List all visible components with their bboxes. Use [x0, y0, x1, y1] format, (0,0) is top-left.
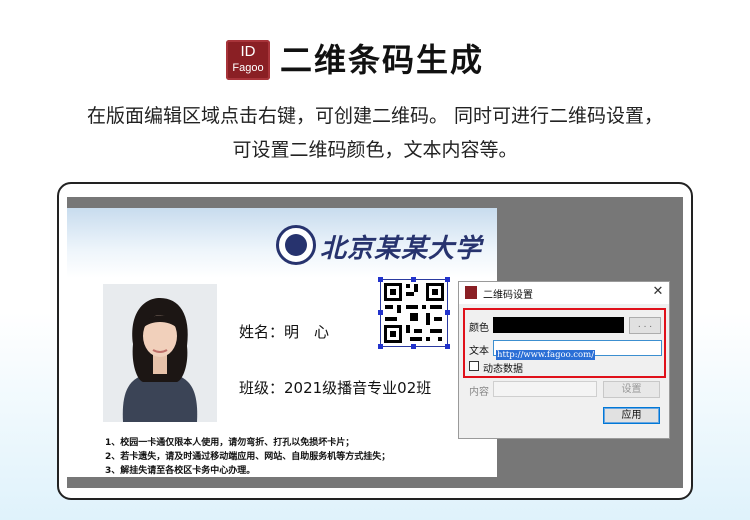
app-icon: [465, 286, 477, 299]
logo-id-text: ID: [240, 43, 256, 60]
apply-button[interactable]: 应用: [603, 407, 660, 424]
edit-canvas[interactable]: 北京某某大学 姓名：明 心 班级：2021级播音专业02班 1、校园一卡通仅限本…: [67, 197, 683, 488]
screenshot-frame: 北京某某大学 姓名：明 心 班级：2021级播音专业02班 1、校园一卡通仅限本…: [57, 182, 693, 500]
resize-handle[interactable]: [378, 277, 383, 282]
color-picker-button[interactable]: . . .: [629, 317, 661, 334]
student-photo: [103, 284, 217, 422]
set-button[interactable]: 设置: [603, 381, 660, 398]
text-input-value: http://www.fagoo.com/: [496, 350, 596, 360]
dynamic-data-checkbox[interactable]: [469, 361, 479, 371]
text-label: 文本: [469, 346, 489, 357]
card-notes: 1、校园一卡通仅限本人使用，请勿弯折、打孔以免损坏卡片； 2、若卡遗失，请及时通…: [105, 436, 390, 477]
resize-handle[interactable]: [445, 277, 450, 282]
university-name: 北京某某大学: [320, 234, 483, 264]
resize-handle[interactable]: [411, 277, 416, 282]
resize-handle[interactable]: [378, 344, 383, 349]
note-line: 1、校园一卡通仅限本人使用，请勿弯折、打孔以免损坏卡片；: [105, 438, 355, 448]
close-icon[interactable]: ✕: [651, 284, 665, 299]
logo-fagoo-text: Fagoo: [232, 62, 264, 74]
resize-handle[interactable]: [411, 344, 416, 349]
resize-handle[interactable]: [445, 344, 450, 349]
name-field: 姓名：明 心: [239, 323, 330, 341]
page-title: 二维条码生成: [280, 41, 485, 79]
qr-settings-dialog: 二维码设置 ✕ 颜色 . . . 文本 http://www.fagoo.com…: [458, 281, 670, 439]
content-input[interactable]: [493, 381, 597, 397]
dialog-title: 二维码设置: [483, 290, 533, 301]
id-card: 北京某某大学 姓名：明 心 班级：2021级播音专业02班 1、校园一卡通仅限本…: [67, 208, 497, 477]
note-line: 3、解挂失请至各校区卡务中心办理。: [105, 466, 256, 476]
fagoo-logo: ID Fagoo: [226, 40, 270, 80]
university-emblem-icon: [276, 225, 316, 265]
header: ID Fagoo 二维条码生成: [0, 36, 750, 82]
content-label: 内容: [469, 387, 489, 398]
description-line-1: 在版面编辑区域点击右键，可创建二维码。 同时可进行二维码设置，: [86, 105, 664, 127]
qr-code[interactable]: [378, 277, 450, 349]
text-input[interactable]: http://www.fagoo.com/: [493, 340, 662, 360]
description-line-2: 可设置二维码颜色，文本内容等。: [232, 139, 518, 161]
note-line: 2、若卡遗失，请及时通过移动端应用、网站、自助服务机等方式挂失；: [105, 452, 391, 462]
resize-handle[interactable]: [378, 310, 383, 315]
dynamic-data-label: 动态数据: [483, 364, 523, 375]
color-label: 颜色: [469, 323, 489, 334]
class-field: 班级：2021级播音专业02班: [239, 379, 432, 397]
dialog-titlebar[interactable]: 二维码设置 ✕: [459, 282, 669, 304]
color-swatch[interactable]: [493, 317, 624, 333]
resize-handle[interactable]: [445, 310, 450, 315]
